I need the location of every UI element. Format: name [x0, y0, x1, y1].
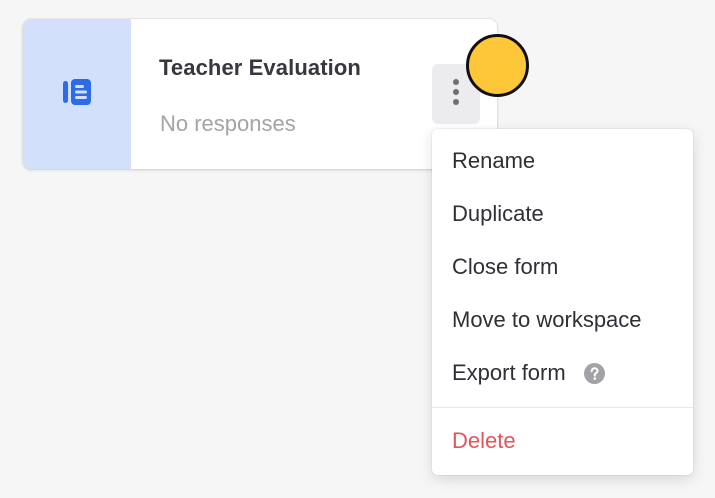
menu-item-label: Duplicate: [452, 201, 544, 226]
menu-item-label: Export form: [452, 360, 566, 385]
menu-divider: [432, 407, 693, 408]
menu-item-close-form[interactable]: Close form: [432, 244, 693, 290]
menu-item-duplicate[interactable]: Duplicate: [432, 191, 693, 237]
menu-item-label: Close form: [452, 254, 559, 279]
context-menu: Rename Duplicate Close form Move to work…: [432, 129, 693, 475]
menu-item-delete[interactable]: Delete: [432, 418, 693, 464]
menu-item-label: Move to workspace: [452, 307, 642, 332]
response-count: No responses: [160, 111, 296, 136]
cursor-indicator: [466, 34, 529, 97]
help-circle-icon[interactable]: [583, 362, 605, 384]
form-document-icon: [62, 78, 92, 111]
form-thumbnail: [23, 19, 131, 169]
menu-item-move-to-workspace[interactable]: Move to workspace: [432, 297, 693, 343]
menu-item-rename[interactable]: Rename: [432, 138, 693, 184]
menu-item-label: Rename: [452, 148, 536, 173]
form-card[interactable]: Teacher Evaluation No responses: [23, 19, 497, 169]
form-title[interactable]: Teacher Evaluation: [159, 55, 361, 81]
vertical-ellipsis-icon: [452, 77, 460, 112]
menu-item-label: Delete: [452, 428, 516, 453]
menu-item-export-form[interactable]: Export form: [432, 350, 693, 396]
